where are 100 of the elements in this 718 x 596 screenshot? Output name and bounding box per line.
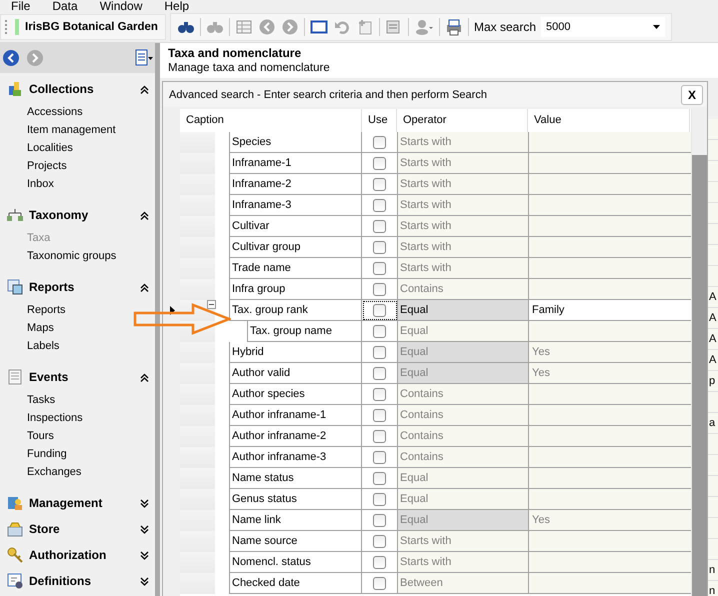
operator-cell[interactable]: Contains — [398, 405, 529, 426]
grid-row[interactable]: Name source Starts with — [180, 531, 691, 552]
grid-row[interactable]: Infraname-2 Starts with — [180, 174, 691, 195]
operator-cell[interactable]: Contains — [398, 384, 529, 405]
grid-row[interactable]: Name link Equal Yes — [180, 510, 691, 531]
operator-cell[interactable]: Equal — [398, 300, 529, 321]
grid-row[interactable]: Infra group Contains — [180, 279, 691, 300]
use-checkbox[interactable] — [373, 450, 386, 464]
grid-row[interactable]: Name status Equal — [180, 468, 691, 489]
operator-cell[interactable]: Contains — [398, 447, 529, 468]
nav-item[interactable]: Tours — [27, 427, 155, 445]
collapse-icon[interactable] — [140, 282, 149, 292]
operator-cell[interactable]: Equal — [398, 489, 529, 510]
group-title[interactable]: Management — [29, 496, 135, 510]
use-checkbox[interactable] — [373, 178, 386, 190]
grid-row[interactable]: Author species Contains — [180, 384, 691, 405]
nav-item[interactable]: Reports — [27, 301, 155, 319]
user-dropdown-icon[interactable] — [414, 18, 434, 36]
operator-cell[interactable]: Between — [398, 573, 529, 594]
operator-cell[interactable]: Starts with — [398, 552, 529, 573]
nav-item[interactable]: Inspections — [27, 409, 155, 427]
group-title[interactable]: Events — [29, 370, 135, 384]
group-title[interactable]: Taxonomy — [29, 208, 135, 222]
group-title[interactable]: Authorization — [29, 548, 135, 562]
grid-row[interactable]: Checked date Between — [180, 573, 691, 594]
use-checkbox[interactable] — [373, 346, 386, 358]
menu-item[interactable]: Data — [41, 0, 89, 12]
operator-cell[interactable]: Starts with — [398, 216, 529, 237]
group-title[interactable]: Definitions — [29, 574, 135, 588]
group-title[interactable]: Collections — [29, 82, 135, 96]
operator-cell[interactable]: Starts with — [398, 153, 529, 174]
nav-item[interactable]: Projects — [27, 157, 155, 175]
collapse-icon[interactable] — [140, 210, 149, 220]
grid-row[interactable]: Author infraname-3 Contains — [180, 447, 691, 468]
nav-item[interactable]: Item management — [27, 121, 155, 139]
list-dropdown-icon[interactable] — [135, 49, 153, 67]
nav-item[interactable]: Inbox — [27, 175, 155, 193]
operator-cell[interactable]: Starts with — [398, 237, 529, 258]
forward-icon[interactable] — [281, 18, 299, 36]
use-checkbox[interactable] — [373, 240, 386, 254]
use-checkbox[interactable] — [373, 324, 386, 338]
grid-row[interactable]: Author infraname-1 Contains — [180, 405, 691, 426]
value-cell[interactable]: Yes — [529, 342, 691, 363]
operator-cell[interactable]: Equal — [398, 468, 529, 489]
forward-icon[interactable] — [26, 49, 44, 67]
expand-icon[interactable] — [140, 550, 149, 560]
grid-row[interactable]: Tax. group name Equal — [180, 321, 691, 342]
grid-row[interactable]: Author infraname-2 Contains — [180, 426, 691, 447]
use-checkbox[interactable] — [373, 220, 386, 232]
window-icon[interactable] — [310, 18, 328, 36]
grid-row[interactable]: Tax. group rank Equal Family — [180, 300, 691, 321]
use-checkbox[interactable] — [373, 198, 386, 212]
expand-icon[interactable] — [140, 576, 149, 586]
menu-item[interactable]: Window — [88, 0, 154, 12]
grid-row[interactable]: Infraname-3 Starts with — [180, 195, 691, 216]
max-search-dropdown[interactable]: 5000 — [541, 17, 666, 37]
use-checkbox[interactable] — [373, 534, 386, 548]
scrollbar[interactable] — [692, 155, 707, 596]
grid-row[interactable]: Author valid Equal Yes — [180, 363, 691, 384]
operator-cell[interactable]: Starts with — [398, 195, 529, 216]
use-checkbox[interactable] — [373, 492, 386, 506]
table-icon[interactable] — [235, 18, 253, 36]
grid-row[interactable]: Infraname-1 Starts with — [180, 153, 691, 174]
use-checkbox[interactable] — [373, 156, 386, 170]
nav-item[interactable]: Localities — [27, 139, 155, 157]
collapse-icon[interactable] — [140, 372, 149, 382]
use-checkbox[interactable] — [373, 388, 386, 400]
back-icon[interactable] — [2, 49, 20, 67]
operator-cell[interactable]: Contains — [398, 426, 529, 447]
collapse-icon[interactable] — [207, 300, 216, 309]
use-checkbox[interactable] — [373, 282, 386, 296]
use-checkbox[interactable] — [373, 408, 386, 422]
value-cell[interactable]: Yes — [529, 510, 691, 531]
close-button[interactable]: X — [681, 84, 703, 104]
operator-cell[interactable]: Starts with — [398, 531, 529, 552]
use-checkbox[interactable] — [373, 514, 386, 526]
grid-row[interactable]: Hybrid Equal Yes — [180, 342, 691, 363]
grid-row[interactable]: Cultivar group Starts with — [180, 237, 691, 258]
expand-icon[interactable] — [140, 498, 149, 508]
expand-icon[interactable] — [140, 524, 149, 534]
nav-item[interactable]: Tasks — [27, 391, 155, 409]
use-checkbox[interactable] — [373, 262, 386, 274]
use-checkbox[interactable] — [373, 304, 386, 316]
menu-item[interactable]: File — [0, 0, 42, 12]
nav-item[interactable]: Taxonomic groups — [27, 247, 155, 265]
group-title[interactable]: Reports — [29, 280, 135, 294]
nav-item[interactable]: Labels — [27, 337, 155, 355]
operator-cell[interactable]: Starts with — [398, 258, 529, 279]
new-document-icon[interactable] — [356, 18, 374, 36]
use-checkbox[interactable] — [373, 472, 386, 484]
nav-item[interactable]: Funding — [27, 445, 155, 463]
nav-item[interactable]: Accessions — [27, 103, 155, 121]
printer-icon[interactable] — [445, 18, 463, 36]
operator-cell[interactable]: Contains — [398, 279, 529, 300]
use-checkbox[interactable] — [373, 556, 386, 568]
use-checkbox[interactable] — [373, 430, 386, 442]
value-cell[interactable]: Yes — [529, 363, 691, 384]
operator-cell[interactable]: Equal — [398, 321, 529, 342]
grid-row[interactable]: Cultivar Starts with — [180, 216, 691, 237]
use-checkbox[interactable] — [373, 366, 386, 380]
